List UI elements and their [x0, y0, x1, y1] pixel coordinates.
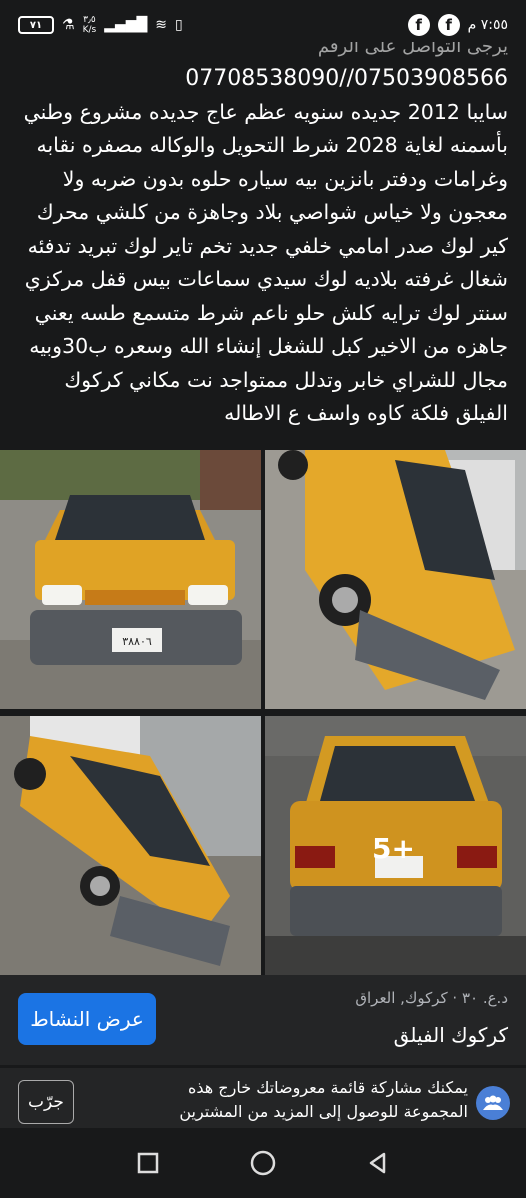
location-title[interactable]: كركوك الفيلق: [394, 1023, 508, 1047]
network-speed: ٣٫٥ K/s: [83, 15, 97, 35]
back-icon[interactable]: [363, 1148, 393, 1178]
share-banner: جرّب يمكنك مشاركة قائمة معروضاتك خارج هذ…: [0, 1068, 526, 1128]
speed-unit: K/s: [82, 25, 97, 35]
car-rear-side-image: [0, 716, 261, 975]
share-banner-text: يمكنك مشاركة قائمة معروضاتك خارج هذه الم…: [179, 1078, 468, 1121]
photo-1[interactable]: ٣٨٨٠٦: [0, 450, 261, 709]
facebook-icon: f: [407, 14, 430, 36]
speed-value: ٣٫٥: [83, 15, 96, 25]
car-side-image: [265, 450, 526, 709]
post-body: سايبا 2012 جديده سنويه عظم عاج جديده مشر…: [23, 99, 508, 426]
wifi-icon: ≋: [155, 17, 167, 33]
clock: ٧:٥٥ م: [467, 17, 508, 33]
photo-3[interactable]: [0, 716, 261, 975]
vibrate-icon: ▯: [175, 17, 183, 33]
recents-icon[interactable]: [133, 1148, 163, 1178]
flask-icon: ⚗: [62, 17, 75, 33]
more-photos-count[interactable]: 5+: [372, 832, 415, 865]
plate-text: ٣٨٨٠٦: [122, 635, 152, 648]
system-nav-bar: [0, 1128, 526, 1198]
car-front-image: ٣٨٨٠٦: [0, 450, 261, 709]
view-activity-button[interactable]: عرض النشاط: [18, 993, 156, 1045]
home-icon[interactable]: [248, 1148, 278, 1178]
post-line-faded: يرجى التواصل على الرقم: [317, 42, 508, 57]
try-button[interactable]: جرّب: [18, 1080, 74, 1124]
photo-2[interactable]: [265, 450, 526, 709]
post-phones[interactable]: 07708538090//07503908566: [14, 62, 508, 96]
signal-icon: ▂▄▆█: [104, 17, 148, 33]
seller-panel: عرض النشاط د.ع. ٣٠ · كركوك, العراق كركوك…: [0, 975, 526, 1065]
photo-grid: ٣٨٨٠٦: [0, 450, 526, 975]
battery-level: ٧١: [29, 19, 43, 31]
group-icon: [476, 1086, 510, 1120]
price-location: د.ع. ٣٠ · كركوك, العراق: [355, 989, 508, 1007]
battery-icon: ٧١: [18, 16, 54, 34]
post-description: يرجى التواصل على الرقم 07708538090//0750…: [0, 42, 526, 442]
facebook-icon-2: f: [437, 14, 460, 36]
